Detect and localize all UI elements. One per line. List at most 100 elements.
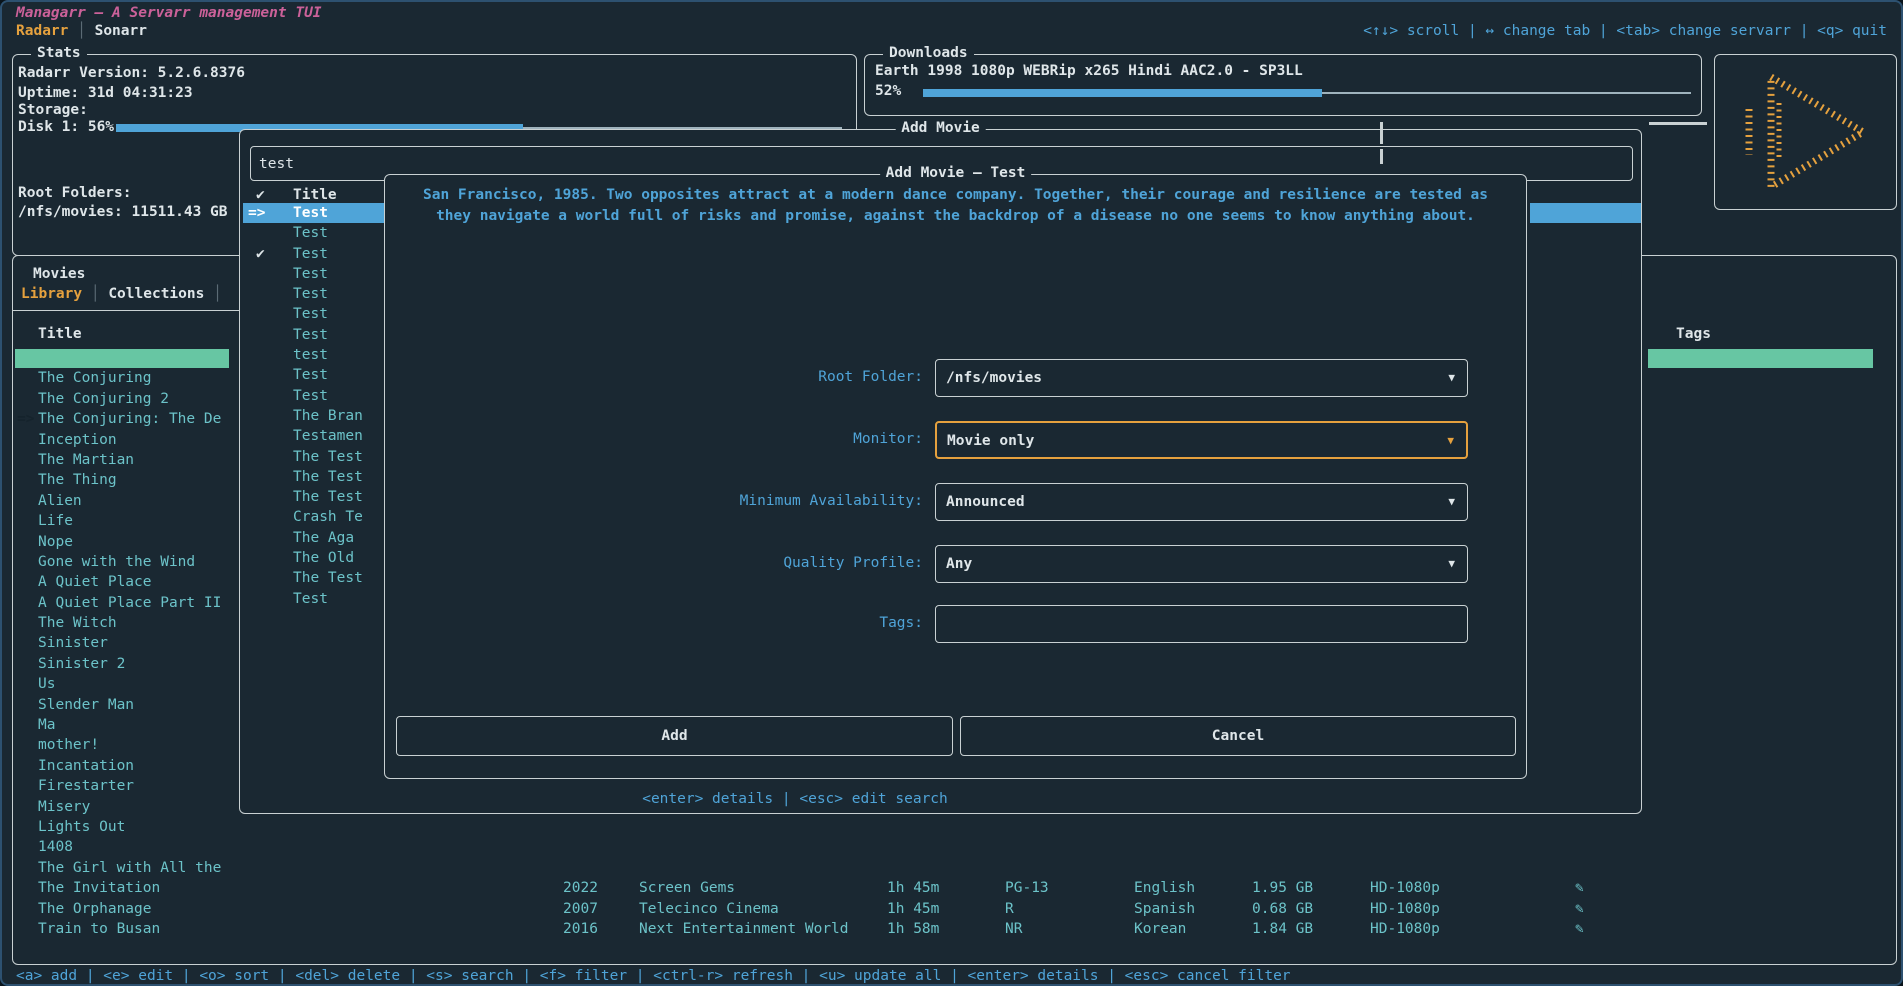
movies-tab-bar: Library │ Collections │ (21, 286, 222, 302)
cell-rating: PG-13 (1005, 878, 1049, 898)
root-folder-entry: /nfs/movies: 11511.43 GB (18, 204, 228, 220)
result-title: The Bran (293, 406, 363, 426)
cell-quality: HD-1080p (1370, 899, 1440, 919)
root-folder-select[interactable]: /nfs/movies ▼ (935, 359, 1468, 397)
movie-row[interactable]: The Girl with All the (15, 858, 1885, 878)
result-title: Crash Te (293, 507, 363, 527)
quality-profile-label: Quality Profile: (385, 555, 923, 571)
movie-detail-row[interactable]: 2022 Screen Gems 1h 45m PG-13 English 1.… (13, 878, 1893, 898)
stats-panel-title: Stats (31, 45, 87, 61)
result-title: Test (293, 264, 328, 284)
result-title: Test (293, 244, 328, 264)
tab-separator2 (86, 23, 95, 39)
quality-profile-select[interactable]: Any ▼ (935, 545, 1468, 583)
results-header-title: Title (293, 187, 337, 203)
storage-label: Storage: (18, 102, 88, 118)
cell-rating: R (1005, 899, 1014, 919)
minimum-availability-value: Announced (946, 484, 1025, 520)
cell-quality: HD-1080p (1370, 919, 1440, 939)
border-fragment (1649, 122, 1707, 125)
result-title: The Test (293, 447, 363, 467)
add-movie-modal-title: Add Movie — Test (880, 165, 1032, 181)
result-title: Test (293, 325, 328, 345)
minimum-availability-select[interactable]: Announced ▼ (935, 483, 1468, 521)
movies-tab-sep-space2 (100, 286, 109, 302)
movie-detail-row[interactable]: 2007 Telecinco Cinema 1h 45m R Spanish 0… (13, 899, 1893, 919)
monitored-icon: ✎ (1575, 899, 1584, 919)
selected-row-tags-highlight (1648, 349, 1873, 368)
tab-radarr[interactable]: Radarr (16, 23, 68, 39)
result-title: Test (293, 589, 328, 609)
download-progress-fill (923, 89, 1322, 97)
cell-year: 2007 (563, 899, 598, 919)
movie-row[interactable]: 1408 (15, 837, 1885, 857)
movie-overview-line1: San Francisco, 1985. Two opposites attra… (385, 187, 1526, 203)
top-keybinding-help: <↑↓> scroll | ↔ change tab | <tab> chang… (1363, 23, 1887, 39)
servarr-tab-bar: Radarr │ Sonarr (16, 23, 147, 39)
radarr-version: Radarr Version: 5.2.6.8376 (18, 65, 245, 81)
result-title: Test (293, 284, 328, 304)
download-progress-bar (923, 89, 1691, 97)
results-header-check-icon: ✔ (256, 187, 265, 203)
movies-panel-title: Movies (33, 266, 85, 282)
download-percent: 52% (875, 83, 901, 99)
movies-tab-separator2: │ (213, 286, 222, 302)
tags-input[interactable] (936, 606, 1467, 642)
tab-collections[interactable]: Collections (108, 286, 204, 302)
root-folders-label: Root Folders: (18, 185, 132, 201)
cell-year: 2016 (563, 919, 598, 939)
movie-overview-line2: they navigate a world full of risks and … (385, 208, 1526, 224)
chevron-down-icon: ▼ (1448, 360, 1455, 396)
add-movie-popup-title: Add Movie (895, 120, 986, 136)
cell-runtime: 1h 58m (887, 919, 939, 939)
tags-field (935, 605, 1468, 643)
check-icon: ✔ (256, 244, 265, 264)
column-header-title: Title (38, 326, 82, 342)
cell-size: 1.95 GB (1252, 878, 1313, 898)
tab-separator-bar: │ (77, 23, 86, 39)
result-selection-arrow: => (248, 203, 265, 223)
monitor-value: Movie only (947, 423, 1034, 459)
disk-usage-label: Disk 1: 56% (18, 119, 114, 135)
cell-studio: Next Entertainment World (639, 919, 849, 939)
movie-row[interactable]: Lights Out (15, 817, 1885, 837)
cell-size: 0.68 GB (1252, 899, 1313, 919)
tab-sonarr[interactable]: Sonarr (95, 23, 147, 39)
managarr-app: Managarr — A Servarr management TUI Rada… (0, 0, 1903, 986)
result-title: Test (293, 365, 328, 385)
app-title: Managarr — A Servarr management TUI (16, 5, 322, 21)
result-title: The Test (293, 568, 363, 588)
monitor-select[interactable]: Movie only ▼ (935, 421, 1468, 459)
chevron-down-icon: ▼ (1448, 484, 1455, 520)
movies-tab-sep-space3 (204, 286, 213, 302)
cell-rating: NR (1005, 919, 1022, 939)
scrollbar-fragment (1380, 122, 1383, 144)
logo-panel (1714, 54, 1897, 210)
tab-library[interactable]: Library (21, 286, 82, 302)
result-title: Test (293, 223, 328, 243)
monitor-label: Monitor: (385, 431, 923, 447)
column-header-tags: Tags (1676, 326, 1711, 342)
cell-year: 2022 (563, 878, 598, 898)
bottom-keybinding-help: <a> add | <e> edit | <o> sort | <del> de… (16, 968, 1291, 984)
result-title: The Test (293, 487, 363, 507)
download-item[interactable]: Earth 1998 1080p WEBRip x265 Hindi AAC2.… (875, 63, 1303, 79)
result-selected-highlight-right (1530, 203, 1641, 223)
tab-separator (68, 23, 77, 39)
add-movie-modal: Add Movie — Test San Francisco, 1985. Tw… (384, 174, 1527, 779)
root-folder-value: /nfs/movies (946, 360, 1042, 396)
movie-detail-row[interactable]: 2016 Next Entertainment World 1h 58m NR … (13, 919, 1893, 939)
result-title: The Aga (293, 528, 354, 548)
quality-profile-value: Any (946, 546, 972, 582)
cell-runtime: 1h 45m (887, 899, 939, 919)
result-title: The Old (293, 548, 354, 568)
managarr-logo-icon (1733, 69, 1883, 195)
result-title: Test (293, 304, 328, 324)
cell-language: Korean (1134, 919, 1186, 939)
chevron-down-icon: ▼ (1448, 546, 1455, 582)
downloads-panel-title: Downloads (883, 45, 974, 61)
movies-tab-separator: │ (91, 286, 100, 302)
cell-language: Spanish (1134, 899, 1195, 919)
add-button[interactable]: Add (396, 716, 953, 756)
cancel-button[interactable]: Cancel (960, 716, 1516, 756)
